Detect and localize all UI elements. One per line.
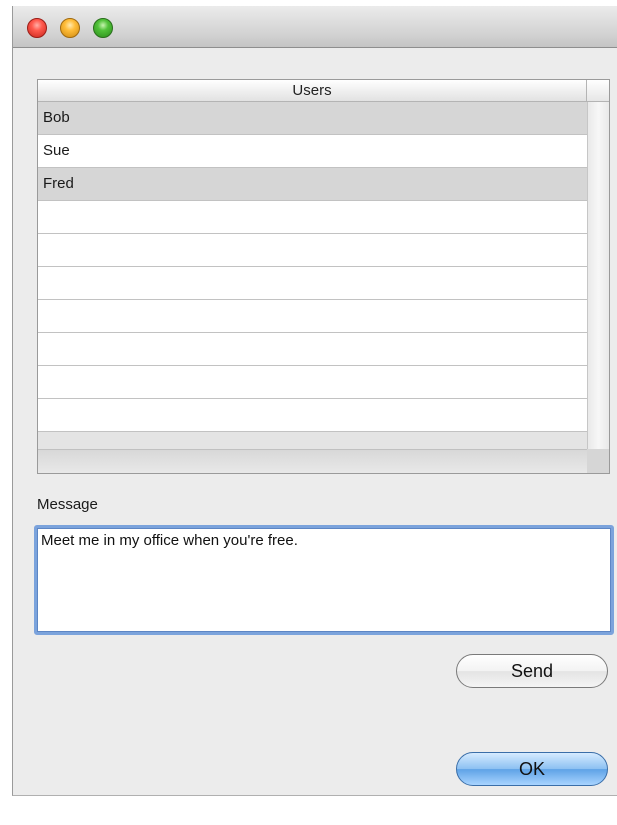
close-window-icon[interactable]: [27, 18, 47, 38]
table-header-corner: [587, 80, 609, 102]
table-row[interactable]: Sue: [38, 135, 587, 168]
users-table: Users Bob Sue Fred: [37, 79, 610, 474]
send-button[interactable]: Send: [456, 654, 608, 688]
table-row[interactable]: [38, 267, 587, 300]
table-row[interactable]: [38, 300, 587, 333]
vertical-scrollbar[interactable]: [587, 102, 609, 449]
message-label: Message: [37, 496, 98, 513]
dialog-window: Users Bob Sue Fred Message Meet me in my…: [12, 6, 617, 796]
title-bar[interactable]: [13, 6, 617, 48]
table-row[interactable]: [38, 201, 587, 234]
message-input[interactable]: Meet me in my office when you're free.: [34, 525, 614, 635]
horizontal-scrollbar[interactable]: [38, 449, 587, 473]
table-row[interactable]: [38, 399, 587, 432]
users-table-body: Bob Sue Fred: [38, 102, 587, 432]
ok-button[interactable]: OK: [456, 752, 608, 786]
table-row[interactable]: Fred: [38, 168, 587, 201]
table-row[interactable]: [38, 366, 587, 399]
minimize-window-icon[interactable]: [60, 18, 80, 38]
table-row[interactable]: [38, 234, 587, 267]
table-row[interactable]: [38, 333, 587, 366]
table-row[interactable]: Bob: [38, 102, 587, 135]
zoom-window-icon[interactable]: [93, 18, 113, 38]
scrollbar-corner: [587, 449, 609, 473]
users-column-header[interactable]: Users: [38, 80, 587, 102]
